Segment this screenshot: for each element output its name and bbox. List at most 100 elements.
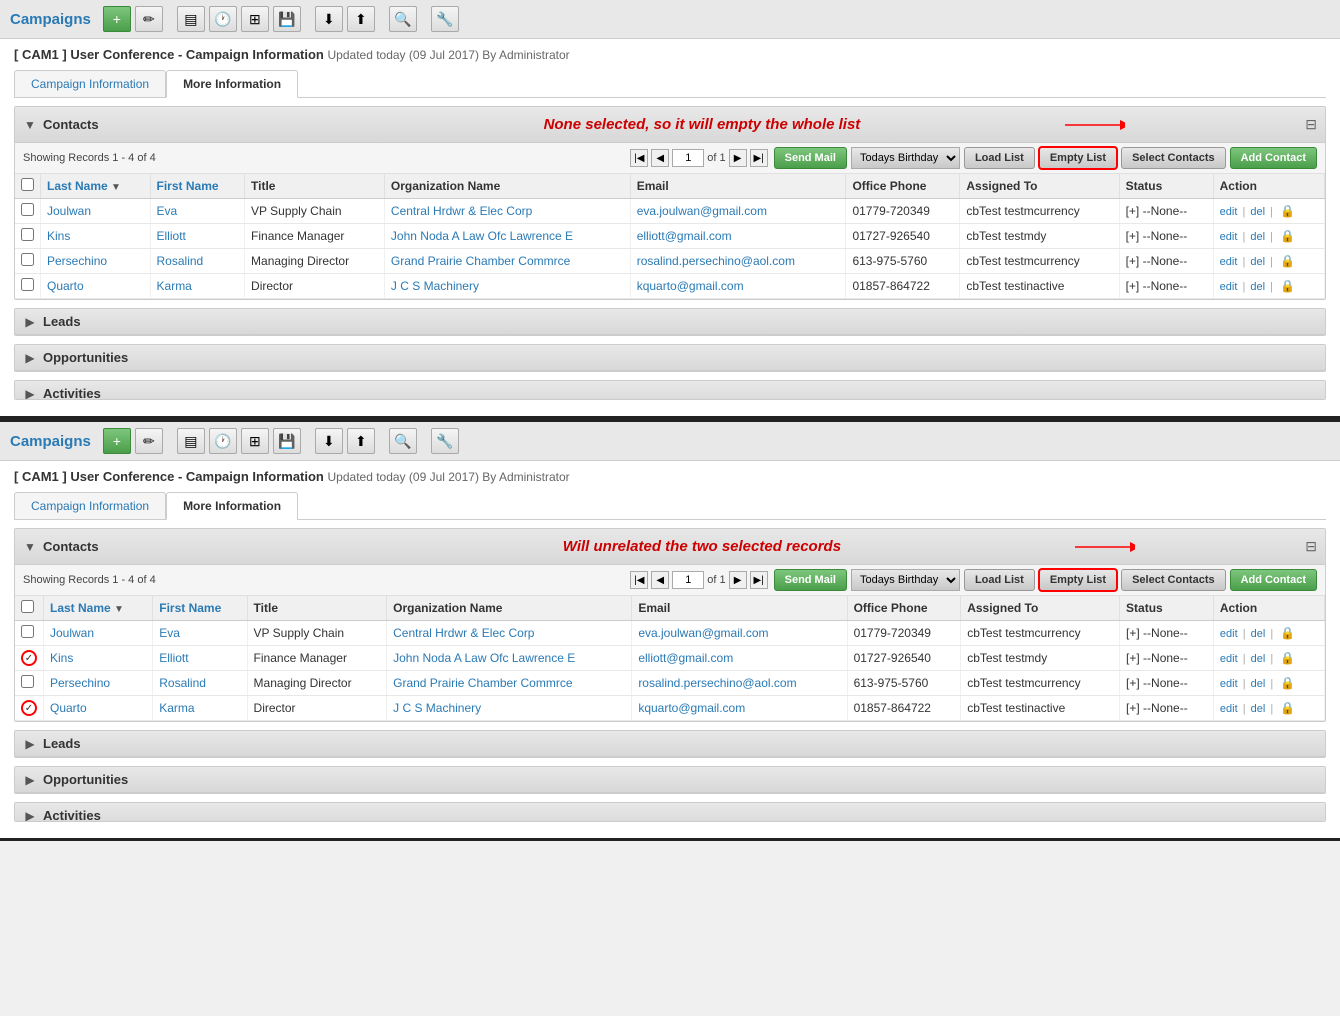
lastname-link[interactable]: Joulwan (50, 626, 94, 640)
firstname-link[interactable]: Rosalind (159, 676, 206, 690)
select-all-checkbox-1[interactable] (21, 178, 34, 191)
del-link[interactable]: del (1251, 628, 1266, 640)
select-all-checkbox-2[interactable] (21, 600, 34, 613)
tab-more-info-1[interactable]: More Information (166, 70, 298, 98)
firstname-link[interactable]: Karma (159, 701, 194, 715)
firstname-link[interactable]: Eva (159, 626, 180, 640)
th-lastname-2[interactable]: Last Name ▼ (44, 596, 153, 621)
page-prev-1[interactable]: ◀ (651, 149, 669, 167)
del-link[interactable]: del (1250, 281, 1265, 293)
org-link[interactable]: Central Hrdwr & Elec Corp (393, 626, 534, 640)
edit-button-2[interactable]: ✏ (135, 428, 163, 454)
contacts-collapse-icon-2[interactable]: ▼ (23, 540, 37, 554)
edit-link[interactable]: edit (1220, 206, 1238, 218)
org-link[interactable]: J C S Machinery (393, 701, 481, 715)
activities-collapse-icon-2[interactable]: ▶ (23, 809, 37, 823)
import-button-2[interactable]: ⬇ (315, 428, 343, 454)
row-checkbox[interactable] (21, 228, 34, 241)
status-plus[interactable]: [+] --None-- (1126, 279, 1188, 293)
email-link[interactable]: kquarto@gmail.com (638, 701, 745, 715)
tab-campaign-info-1[interactable]: Campaign Information (14, 70, 166, 97)
firstname-link[interactable]: Elliott (159, 651, 188, 665)
add-button-2[interactable]: + (103, 428, 131, 454)
email-link[interactable]: elliott@gmail.com (637, 229, 732, 243)
empty-list-btn-2[interactable]: Empty List (1039, 569, 1117, 591)
page-first-1[interactable]: |◀ (630, 149, 648, 167)
edit-button-1[interactable]: ✏ (135, 6, 163, 32)
tools-button-2[interactable]: 🔧 (431, 428, 459, 454)
leads-collapse-icon-2[interactable]: ▶ (23, 737, 37, 751)
del-link[interactable]: del (1251, 678, 1266, 690)
lastname-link[interactable]: Persechino (50, 676, 110, 690)
tab-campaign-info-2[interactable]: Campaign Information (14, 492, 166, 519)
page-number-2[interactable] (672, 571, 704, 589)
page-last-2[interactable]: ▶| (750, 571, 768, 589)
del-link[interactable]: del (1250, 206, 1265, 218)
edit-link[interactable]: edit (1220, 281, 1238, 293)
status-plus[interactable]: [+] --None-- (1126, 254, 1188, 268)
org-link[interactable]: John Noda A Law Ofc Lawrence E (391, 229, 573, 243)
birthday-select-2[interactable]: Todays Birthday All Contacts My Contacts (851, 569, 960, 591)
status-plus[interactable]: [+] --None-- (1126, 701, 1188, 715)
org-link[interactable]: Grand Prairie Chamber Commrce (391, 254, 570, 268)
org-link[interactable]: Grand Prairie Chamber Commrce (393, 676, 572, 690)
row-checkbox[interactable] (21, 278, 34, 291)
export-button-1[interactable]: ⬆ (347, 6, 375, 32)
org-link[interactable]: John Noda A Law Ofc Lawrence E (393, 651, 575, 665)
add-contact-btn-2[interactable]: Add Contact (1230, 569, 1317, 591)
lastname-link[interactable]: Quarto (50, 701, 87, 715)
del-link[interactable]: del (1250, 256, 1265, 268)
lastname-link[interactable]: Persechino (47, 254, 107, 268)
tools-button-1[interactable]: 🔧 (431, 6, 459, 32)
email-link[interactable]: eva.joulwan@gmail.com (638, 626, 768, 640)
search-button-1[interactable]: 🔍 (389, 6, 417, 32)
history-button-2[interactable]: 🕐 (209, 428, 237, 454)
page-prev-2[interactable]: ◀ (651, 571, 669, 589)
email-link[interactable]: eva.joulwan@gmail.com (637, 204, 767, 218)
email-link[interactable]: rosalind.persechino@aol.com (637, 254, 795, 268)
lastname-link[interactable]: Kins (47, 229, 70, 243)
firstname-link[interactable]: Eva (157, 204, 178, 218)
view-button-2[interactable]: ▤ (177, 428, 205, 454)
row-checkbox[interactable] (21, 253, 34, 266)
tab-more-info-2[interactable]: More Information (166, 492, 298, 520)
status-plus[interactable]: [+] --None-- (1126, 676, 1188, 690)
page-number-1[interactable] (672, 149, 704, 167)
save-button-2[interactable]: 💾 (273, 428, 301, 454)
row-checkbox[interactable] (21, 203, 34, 216)
activities-collapse-icon-1[interactable]: ▶ (23, 387, 37, 401)
lastname-link[interactable]: Quarto (47, 279, 84, 293)
page-next-1[interactable]: ▶ (729, 149, 747, 167)
empty-list-btn-1[interactable]: Empty List (1039, 147, 1117, 169)
lastname-link[interactable]: Kins (50, 651, 73, 665)
lastname-link[interactable]: Joulwan (47, 204, 91, 218)
birthday-dropdown-1[interactable]: Todays Birthday All Contacts My Contacts (851, 147, 960, 169)
load-list-btn-2[interactable]: Load List (964, 569, 1035, 591)
row-checkbox[interactable] (21, 675, 34, 688)
del-link[interactable]: del (1250, 231, 1265, 243)
page-next-2[interactable]: ▶ (729, 571, 747, 589)
edit-link[interactable]: edit (1220, 256, 1238, 268)
load-list-btn-1[interactable]: Load List (964, 147, 1035, 169)
add-contact-btn-1[interactable]: Add Contact (1230, 147, 1317, 169)
page-first-2[interactable]: |◀ (630, 571, 648, 589)
send-mail-btn-2[interactable]: Send Mail (774, 569, 847, 591)
select-contacts-btn-2[interactable]: Select Contacts (1121, 569, 1226, 591)
select-contacts-btn-1[interactable]: Select Contacts (1121, 147, 1226, 169)
page-last-1[interactable]: ▶| (750, 149, 768, 167)
org-link[interactable]: Central Hrdwr & Elec Corp (391, 204, 532, 218)
status-plus[interactable]: [+] --None-- (1126, 626, 1188, 640)
contacts-collapse-icon-1[interactable]: ▼ (23, 118, 37, 132)
row-checkbox[interactable] (21, 625, 34, 638)
firstname-link[interactable]: Elliott (157, 229, 186, 243)
email-link[interactable]: rosalind.persechino@aol.com (638, 676, 796, 690)
add-button-1[interactable]: + (103, 6, 131, 32)
firstname-link[interactable]: Rosalind (157, 254, 204, 268)
del-link[interactable]: del (1251, 703, 1266, 715)
save-button-1[interactable]: 💾 (273, 6, 301, 32)
view-button-1[interactable]: ▤ (177, 6, 205, 32)
opportunities-collapse-icon-2[interactable]: ▶ (23, 773, 37, 787)
edit-link[interactable]: edit (1220, 678, 1238, 690)
search-button-2[interactable]: 🔍 (389, 428, 417, 454)
export-button-2[interactable]: ⬆ (347, 428, 375, 454)
